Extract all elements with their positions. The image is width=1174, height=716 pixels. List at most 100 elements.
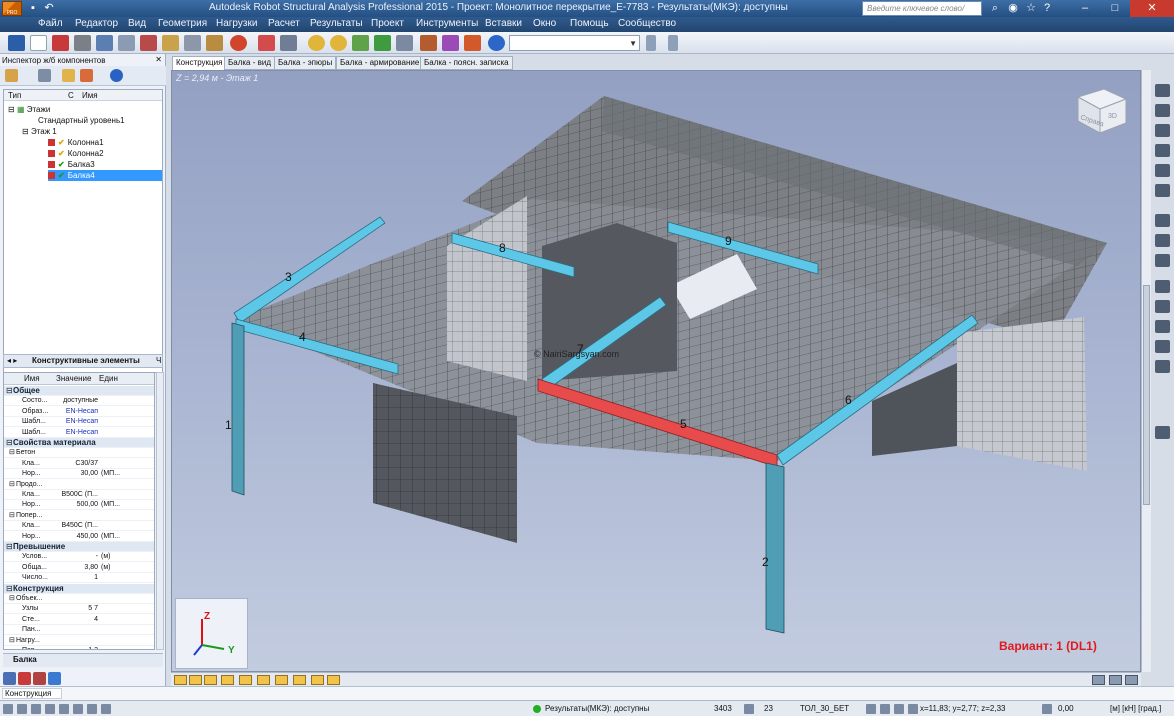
property-row[interactable]: Шабл... EN-Несап [4,428,154,438]
units[interactable]: [м] [кН] [град.] [1110,704,1161,713]
zoom-in-icon[interactable] [330,35,347,51]
print-preview-icon[interactable] [96,35,113,51]
menu-edit[interactable]: Редактор [75,18,118,29]
tab-more[interactable]: Ч [156,356,161,365]
property-value[interactable]: 450,00 [52,532,98,542]
property-row[interactable]: Состо... доступные [4,396,154,407]
property-value[interactable]: C30/37 [52,459,98,469]
status-icon-5[interactable] [59,704,69,714]
properties-scrollbar[interactable] [156,372,164,650]
collapse-icon[interactable]: ⊟ [6,542,13,552]
edit-icon[interactable] [38,69,51,82]
folder-icon[interactable] [5,69,18,82]
back-arrow-icon[interactable] [646,35,656,51]
tab-beam-calc-note[interactable]: Балка - поясн. записка [420,56,513,70]
menu-results[interactable]: Результаты [310,18,363,29]
bar-tool-icon[interactable] [1155,104,1170,117]
grid-view-icon[interactable] [327,675,340,685]
tools-icon[interactable] [464,35,481,51]
property-value[interactable]: 1 [52,573,98,583]
forward-arrow-icon[interactable] [668,35,678,51]
new-file-icon[interactable] [30,35,47,51]
minimize-button[interactable]: – [1070,0,1100,17]
status-icon-3[interactable] [31,704,41,714]
plate-icon[interactable] [1155,300,1170,313]
collapse-icon[interactable]: ⊟ [9,511,15,521]
col-value[interactable]: Значение [56,374,91,383]
menu-file[interactable]: Файл [38,18,63,29]
model-viewport[interactable]: 1 2 3 4 5 6 7 8 9 Z = 2,94 м - Этаж 1 © … [171,70,1141,672]
help-toolbar-icon[interactable] [488,35,505,51]
screen-capture-icon[interactable] [140,35,157,51]
app-logo-icon[interactable]: PRO [2,1,22,16]
tree-item-column-2[interactable]: ✔ Колонна2 [48,148,104,159]
copy-icon[interactable] [184,35,201,51]
collapse-icon[interactable]: ⊟ [6,438,13,448]
tree-item-beam-4[interactable]: ✔ Балка4 [48,170,162,181]
tab-structural-elements[interactable]: Конструктивные элементы [32,356,140,365]
close-button[interactable]: ✕ [1130,0,1174,17]
report-icon[interactable] [1155,426,1170,439]
property-subgroup[interactable]: ⊟ Продо... [4,480,154,490]
zoom-window-icon[interactable] [308,35,325,51]
property-value[interactable]: EN-Несап [52,407,98,417]
status-icon-11[interactable] [894,704,904,714]
property-row[interactable]: Узлы 5 7 [4,604,154,615]
selection-icon[interactable] [442,35,459,51]
save-icon[interactable] [52,35,69,51]
layer-up-icon[interactable] [257,675,270,685]
menu-community[interactable]: Сообщество [618,18,676,29]
column-2[interactable] [765,462,785,634]
property-subgroup[interactable]: ⊟ Нагру... [4,636,154,646]
tree-item-floor-1[interactable]: ⊟ Этаж 1 [22,126,57,137]
property-value[interactable]: EN-Несап [52,417,98,427]
tree-item-standard-level[interactable]: Стандартный уровень1 [38,115,125,126]
analysis-icon[interactable] [1155,360,1170,373]
support-tool-icon[interactable] [1155,124,1170,137]
property-value[interactable]: 5 7 [52,604,98,614]
tab-scroll-arrows[interactable]: ◂ ▸ [7,356,17,365]
chart-icon[interactable] [280,35,297,51]
selection-combo[interactable]: ▼ [509,35,640,51]
view-3d-icon[interactable] [189,675,202,685]
maximize-button[interactable]: □ [1100,0,1130,17]
property-row[interactable]: Кла... B500C (П... [4,490,154,500]
undo-icon[interactable] [230,35,247,51]
section-tool-icon[interactable] [1155,184,1170,197]
menu-view[interactable]: Вид [128,18,146,29]
menu-geometry[interactable]: Геометрия [158,18,207,29]
col-name[interactable]: Имя [82,91,98,100]
close-icon[interactable]: ✕ [155,55,162,64]
table-icon[interactable] [258,35,275,51]
section-name[interactable]: ТОЛ_30_БЕТ [800,704,849,713]
property-value[interactable]: 1 2 [52,646,98,649]
view-xy-icon[interactable] [239,675,252,685]
menu-analysis[interactable]: Расчет [268,18,300,29]
column-icon[interactable] [1155,340,1170,353]
property-row[interactable]: Кла... C30/37 [4,459,154,469]
property-value[interactable]: B450C (П... [52,521,98,531]
tab-beam-view[interactable]: Балка - вид [224,56,275,70]
pan-icon[interactable] [352,35,369,51]
status-icon-12[interactable] [908,704,918,714]
menu-window[interactable]: Окно [533,18,556,29]
paste-icon[interactable] [206,35,223,51]
search-icon[interactable]: ⌕ [988,1,1002,15]
tab-structure[interactable]: Конструкция [172,56,227,70]
property-group[interactable]: ⊟ Общее [4,386,154,396]
rotate-icon[interactable] [374,35,391,51]
reinforcement-icon[interactable] [33,672,46,685]
node-tool-icon[interactable] [1155,84,1170,97]
property-row[interactable]: Сте... 4 [4,615,154,625]
load-tool-icon[interactable] [1155,164,1170,177]
property-row[interactable]: Обща... 3,80 (м) [4,563,154,573]
col-unit[interactable]: Един [99,374,118,383]
menu-project[interactable]: Проект [371,18,404,29]
tab-beam-diagrams[interactable]: Балка - эпюры [274,56,337,70]
col-name[interactable]: Имя [24,374,40,383]
view-yz-icon[interactable] [221,675,234,685]
property-value[interactable]: доступные [52,396,98,406]
property-row[interactable]: Услов... - (м) [4,552,154,563]
viewport-scrollbar[interactable] [1141,70,1151,672]
structure-model[interactable]: 1 2 3 4 5 6 7 8 9 [172,71,1141,672]
